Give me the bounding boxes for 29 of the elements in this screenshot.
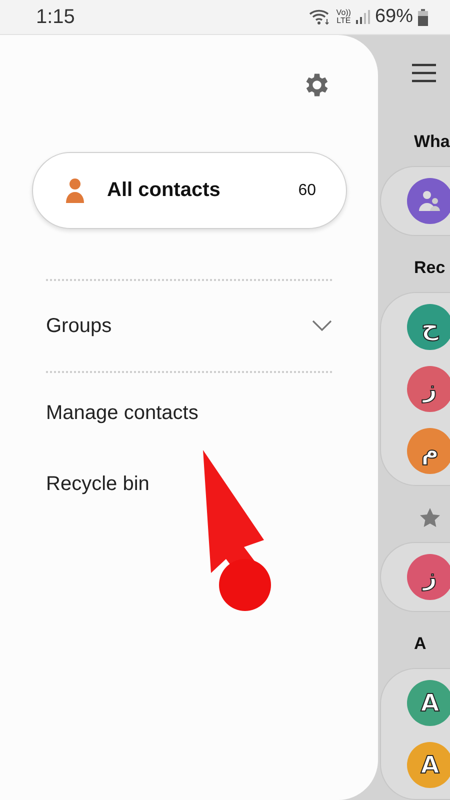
contact-avatar[interactable]: A [407, 742, 450, 788]
person-icon [65, 178, 85, 204]
all-contacts-button[interactable]: All contacts 60 [32, 152, 347, 229]
contact-card[interactable]: A A [380, 668, 450, 800]
menu-item[interactable]: Recycle bin [46, 473, 332, 496]
contact-avatar[interactable]: م [407, 428, 450, 474]
contact-avatar[interactable]: ز [407, 366, 450, 412]
contact-card[interactable]: ز [380, 542, 450, 612]
contact-avatar[interactable]: ح [407, 304, 450, 350]
clock-time: 1:15 [36, 6, 76, 28]
signal-icon [356, 10, 370, 24]
section-header: Wha [414, 132, 450, 151]
groups-item[interactable]: Groups [46, 281, 332, 371]
contact-avatar[interactable] [407, 178, 450, 224]
section-header: Rec [414, 258, 446, 277]
battery-icon [418, 8, 428, 26]
menu-icon[interactable] [412, 62, 436, 82]
contact-card[interactable]: ح ز م [380, 292, 450, 486]
battery-percent: 69% [374, 6, 413, 28]
volte-label: Vo)) [336, 9, 351, 17]
star-icon [420, 508, 440, 527]
lte-label: LTE [336, 17, 351, 25]
group-icon [418, 190, 442, 212]
menu-item[interactable]: Manage contacts [46, 402, 332, 425]
contact-avatar[interactable]: A [407, 680, 450, 726]
contact-avatar[interactable]: ز [407, 554, 450, 600]
section-header: A [414, 634, 426, 653]
contact-count: 60 [298, 182, 316, 200]
wifi-icon [309, 9, 332, 25]
